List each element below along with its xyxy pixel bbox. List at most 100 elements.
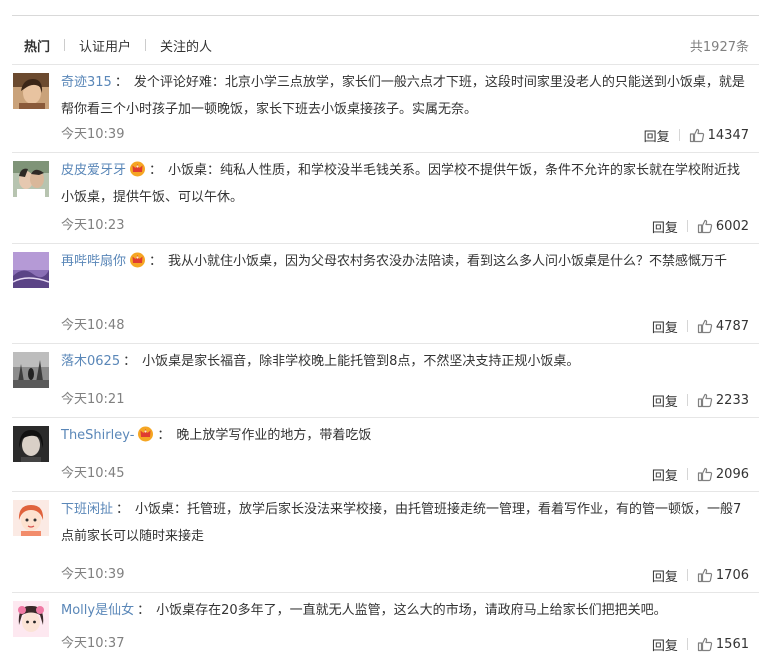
comment-list: 奇迹315：发个评论好难：北京小学三点放学，家长们一般六点才下班，这段时间家里没… bbox=[12, 64, 759, 661]
comment-actions: 回复 2096 bbox=[652, 465, 749, 484]
filter-tabs: 热门 认证用户 关注的人 bbox=[24, 36, 212, 55]
comment-username[interactable]: 落木0625 bbox=[61, 354, 120, 369]
comment-body: Molly是仙女： 小饭桌存在20多年了，一直就无人监管，这么大的市场，请政府马上… bbox=[61, 597, 749, 624]
comment-item: 再哔哔扇你 ： 我从小就住小饭桌，因为父母农村务农没办法陪读，看到这么多人问小饭桌是… bbox=[12, 243, 759, 343]
thumbs-up-icon bbox=[697, 392, 713, 408]
reply-button[interactable]: 回复 bbox=[652, 217, 678, 236]
vip-crown-icon bbox=[129, 160, 146, 177]
comment-time: 今天10:45 bbox=[61, 466, 125, 481]
action-divider bbox=[686, 394, 688, 406]
reply-button[interactable]: 回复 bbox=[652, 391, 678, 410]
vip-crown-icon bbox=[137, 425, 154, 442]
action-divider bbox=[686, 220, 688, 232]
avatar[interactable] bbox=[13, 352, 49, 388]
comment-text: 小饭桌是家长福音，除非学校晚上能托管到8点，不然坚决支持正规小饭桌。 bbox=[142, 354, 580, 369]
comment-username[interactable]: 皮皮爱牙牙 bbox=[61, 163, 126, 178]
like-button[interactable]: 4787 bbox=[697, 318, 749, 334]
colon: ： bbox=[137, 603, 151, 618]
comment-body: 奇迹315：发个评论好难：北京小学三点放学，家长们一般六点才下班，这段时间家里没… bbox=[61, 69, 749, 123]
comment-text: 发个评论好难：北京小学三点放学，家长们一般六点才下班，这段时间家里没老人的只能送… bbox=[61, 75, 745, 117]
tab-divider bbox=[145, 39, 147, 51]
comment-username[interactable]: 再哔哔扇你 bbox=[61, 254, 126, 269]
like-count: 4787 bbox=[715, 318, 749, 334]
comment-time: 今天10:23 bbox=[61, 218, 125, 233]
like-button[interactable]: 1706 bbox=[697, 567, 749, 583]
thumbs-up-icon bbox=[697, 218, 713, 234]
comment-username[interactable]: TheShirley- bbox=[61, 428, 134, 443]
like-button[interactable]: 1561 bbox=[697, 636, 749, 652]
comment-time: 今天10:21 bbox=[61, 392, 125, 407]
thumbs-up-icon bbox=[697, 636, 713, 652]
comment-item: 奇迹315：发个评论好难：北京小学三点放学，家长们一般六点才下班，这段时间家里没… bbox=[12, 64, 759, 152]
comment-text: 小饭桌：纯私人性质，和学校没半毛钱关系。因学校不提供午饭，条件不允许的家长就在学… bbox=[61, 163, 741, 205]
reply-button[interactable]: 回复 bbox=[644, 126, 670, 145]
comment-body: 再哔哔扇你 ： 我从小就住小饭桌，因为父母农村务农没办法陪读，看到这么多人问小饭桌是… bbox=[61, 248, 749, 275]
avatar[interactable] bbox=[13, 161, 49, 197]
vip-crown-icon bbox=[129, 251, 146, 268]
comment-time: 今天10:37 bbox=[61, 636, 125, 651]
comment-text: 小饭桌：托管班，放学后家长没法来学校接，由托管班接走统一管理，看着写作业，有的管… bbox=[61, 502, 742, 544]
like-count: 1706 bbox=[715, 567, 749, 583]
avatar[interactable] bbox=[13, 252, 49, 288]
comment-text: 晚上放学写作业的地方，带着吃饭 bbox=[176, 428, 372, 443]
comment-item: Molly是仙女： 小饭桌存在20多年了，一直就无人监管，这么大的市场，请政府马上… bbox=[12, 592, 759, 661]
colon: ： bbox=[149, 163, 163, 178]
comment-actions: 回复 2233 bbox=[652, 391, 749, 410]
comment-item: 皮皮爱牙牙 ：小饭桌：纯私人性质，和学校没半毛钱关系。因学校不提供午饭，条件不允许… bbox=[12, 152, 759, 243]
top-divider bbox=[12, 15, 759, 16]
comment-username[interactable]: 下班闲扯 bbox=[61, 502, 113, 517]
like-button[interactable]: 2096 bbox=[697, 466, 749, 482]
tab-divider bbox=[64, 39, 66, 51]
comment-text: 小饭桌存在20多年了，一直就无人监管，这么大的市场，请政府马上给家长们把把关吧。 bbox=[156, 603, 667, 618]
like-count: 6002 bbox=[715, 218, 749, 234]
like-button[interactable]: 6002 bbox=[697, 218, 749, 234]
tab-verified-users[interactable]: 认证用户 bbox=[79, 36, 131, 55]
action-divider bbox=[686, 569, 688, 581]
comment-item: 落木0625： 小饭桌是家长福音，除非学校晚上能托管到8点，不然坚决支持正规小饭桌… bbox=[12, 343, 759, 417]
colon: ： bbox=[123, 354, 137, 369]
comment-actions: 回复 6002 bbox=[652, 217, 749, 236]
thumbs-up-icon bbox=[697, 318, 713, 334]
colon: ： bbox=[114, 75, 128, 90]
thumbs-up-icon bbox=[697, 466, 713, 482]
reply-button[interactable]: 回复 bbox=[652, 465, 678, 484]
comment-actions: 回复 4787 bbox=[652, 317, 749, 336]
action-divider bbox=[686, 468, 688, 480]
like-button[interactable]: 14347 bbox=[689, 127, 749, 143]
avatar[interactable] bbox=[13, 601, 49, 637]
action-divider bbox=[686, 638, 688, 650]
avatar[interactable] bbox=[13, 73, 49, 109]
avatar[interactable] bbox=[13, 426, 49, 462]
colon: ： bbox=[157, 428, 171, 443]
comment-username[interactable]: 奇迹315 bbox=[61, 75, 112, 90]
comment-body: 皮皮爱牙牙 ：小饭桌：纯私人性质，和学校没半毛钱关系。因学校不提供午饭，条件不允许… bbox=[61, 157, 749, 211]
reply-button[interactable]: 回复 bbox=[652, 317, 678, 336]
tab-hot[interactable]: 热门 bbox=[24, 36, 50, 55]
like-count: 2096 bbox=[715, 466, 749, 482]
tab-following[interactable]: 关注的人 bbox=[160, 36, 212, 55]
comment-actions: 回复 1706 bbox=[652, 566, 749, 585]
colon: ： bbox=[116, 502, 130, 517]
comment-time: 今天10:48 bbox=[61, 318, 125, 333]
comment-panel: 热门 认证用户 关注的人 共1927条 奇迹315：发个评论好难：北京小学三点放… bbox=[12, 0, 759, 672]
thumbs-up-icon bbox=[689, 127, 705, 143]
comment-actions: 回复 1561 bbox=[652, 635, 749, 654]
like-button[interactable]: 2233 bbox=[697, 392, 749, 408]
like-count: 14347 bbox=[707, 127, 749, 143]
comment-text: 我从小就住小饭桌，因为父母农村务农没办法陪读，看到这么多人问小饭桌是什么？不禁感… bbox=[168, 254, 728, 269]
action-divider bbox=[686, 320, 688, 332]
comment-item: TheShirley- ： 晚上放学写作业的地方，带着吃饭 今天10:45 回复 2… bbox=[12, 417, 759, 491]
comment-time: 今天10:39 bbox=[61, 567, 125, 582]
avatar[interactable] bbox=[13, 500, 49, 536]
reply-button[interactable]: 回复 bbox=[652, 635, 678, 654]
comment-body: 下班闲扯：小饭桌：托管班，放学后家长没法来学校接，由托管班接走统一管理，看着写作… bbox=[61, 496, 749, 550]
reply-button[interactable]: 回复 bbox=[652, 566, 678, 585]
comment-total: 共1927条 bbox=[689, 40, 749, 55]
comment-body: 落木0625： 小饭桌是家长福音，除非学校晚上能托管到8点，不然坚决支持正规小饭桌… bbox=[61, 348, 749, 375]
action-divider bbox=[678, 129, 680, 141]
like-count: 2233 bbox=[715, 392, 749, 408]
comment-username[interactable]: Molly是仙女 bbox=[61, 603, 134, 618]
comment-body: TheShirley- ： 晚上放学写作业的地方，带着吃饭 bbox=[61, 422, 749, 449]
comment-time: 今天10:39 bbox=[61, 127, 125, 142]
colon: ： bbox=[149, 254, 163, 269]
